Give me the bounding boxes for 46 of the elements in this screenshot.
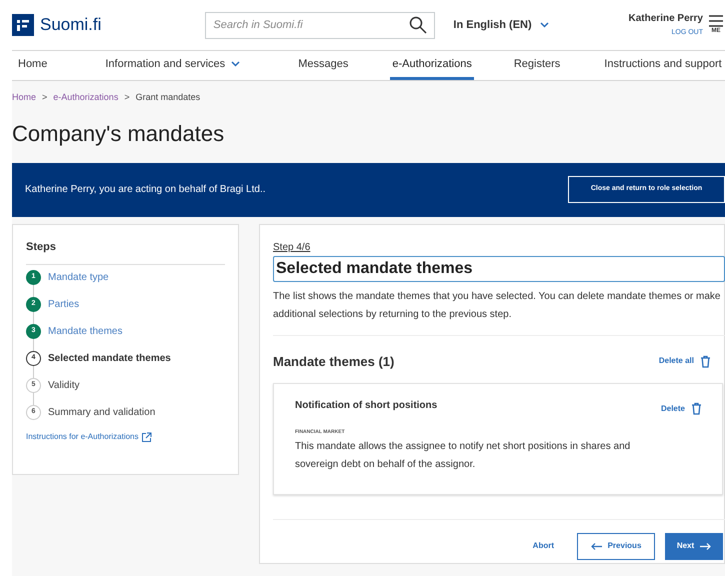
step-label: Validity: [48, 379, 80, 393]
delete-all-button[interactable]: Delete all: [658, 354, 711, 368]
arrow-right-icon: [700, 542, 712, 550]
nav-tab[interactable]: Instructions and support: [602, 51, 724, 80]
arrow-left-icon: [590, 542, 602, 550]
intro-text: The list shows the mandate themes that you have selected. You can delete mandate themes or make additional selections by returning to the previous step.: [273, 290, 722, 322]
banner-text: Katherine Perry, you are acting on behalf of Bragi Ltd..: [25, 183, 266, 197]
nav-tab[interactable]: Registers: [512, 51, 562, 80]
theme-title: Notification of short positions: [295, 399, 438, 413]
nav-tab[interactable]: Messages: [296, 51, 350, 80]
language-selector[interactable]: In English (EN): [453, 16, 549, 34]
previous-button[interactable]: Previous: [577, 532, 655, 560]
step-label: Summary and validation: [48, 406, 156, 420]
search-input[interactable]: Search in Suomi.fi: [213, 16, 410, 34]
page-title: Company's mandates: [12, 120, 226, 148]
section-heading: Selected mandate themes: [273, 256, 725, 282]
user-name: Katherine Perry: [628, 12, 703, 26]
step-indicator: Step 4/6: [273, 240, 312, 254]
step-label[interactable]: Parties: [48, 297, 80, 312]
steps-title: Steps: [26, 238, 225, 265]
next-button[interactable]: Next: [665, 532, 723, 560]
abort-button[interactable]: Abort: [532, 540, 554, 552]
breadcrumb-separator: >: [124, 91, 130, 104]
chevron-down-icon: [231, 61, 240, 67]
search-field[interactable]: Search in Suomi.fi: [205, 12, 436, 38]
themes-heading: Mandate themes (1): [273, 352, 394, 371]
nav-tab[interactable]: Home: [16, 51, 50, 80]
delete-button[interactable]: Delete: [660, 402, 702, 415]
breadcrumb-link[interactable]: Home: [12, 91, 36, 104]
step-label: Selected mandate themes: [48, 352, 171, 366]
trash-icon: [700, 354, 711, 368]
theme-description: This mandate allows the assignee to notify net short positions in shares and sovereign debt on behalf of the assignor.: [295, 440, 632, 472]
step-label[interactable]: Mandate themes: [48, 324, 122, 339]
trash-icon: [691, 402, 702, 415]
breadcrumb-current: Grant mandates: [136, 91, 200, 104]
nav-tab[interactable]: Information and services: [103, 51, 242, 80]
step-label[interactable]: Mandate type: [48, 270, 109, 285]
logo-text[interactable]: Suomi.fi: [40, 12, 102, 38]
menu-icon: [709, 14, 723, 26]
breadcrumb-separator: >: [42, 91, 48, 104]
breadcrumb-link[interactable]: e-Authorizations: [53, 91, 118, 104]
external-link-icon: [140, 432, 152, 442]
logo-icon: [12, 14, 34, 36]
instructions-link[interactable]: Instructions for e-Authorizations: [26, 431, 225, 443]
search-icon[interactable]: [409, 16, 428, 34]
chevron-down-icon: [540, 22, 549, 28]
